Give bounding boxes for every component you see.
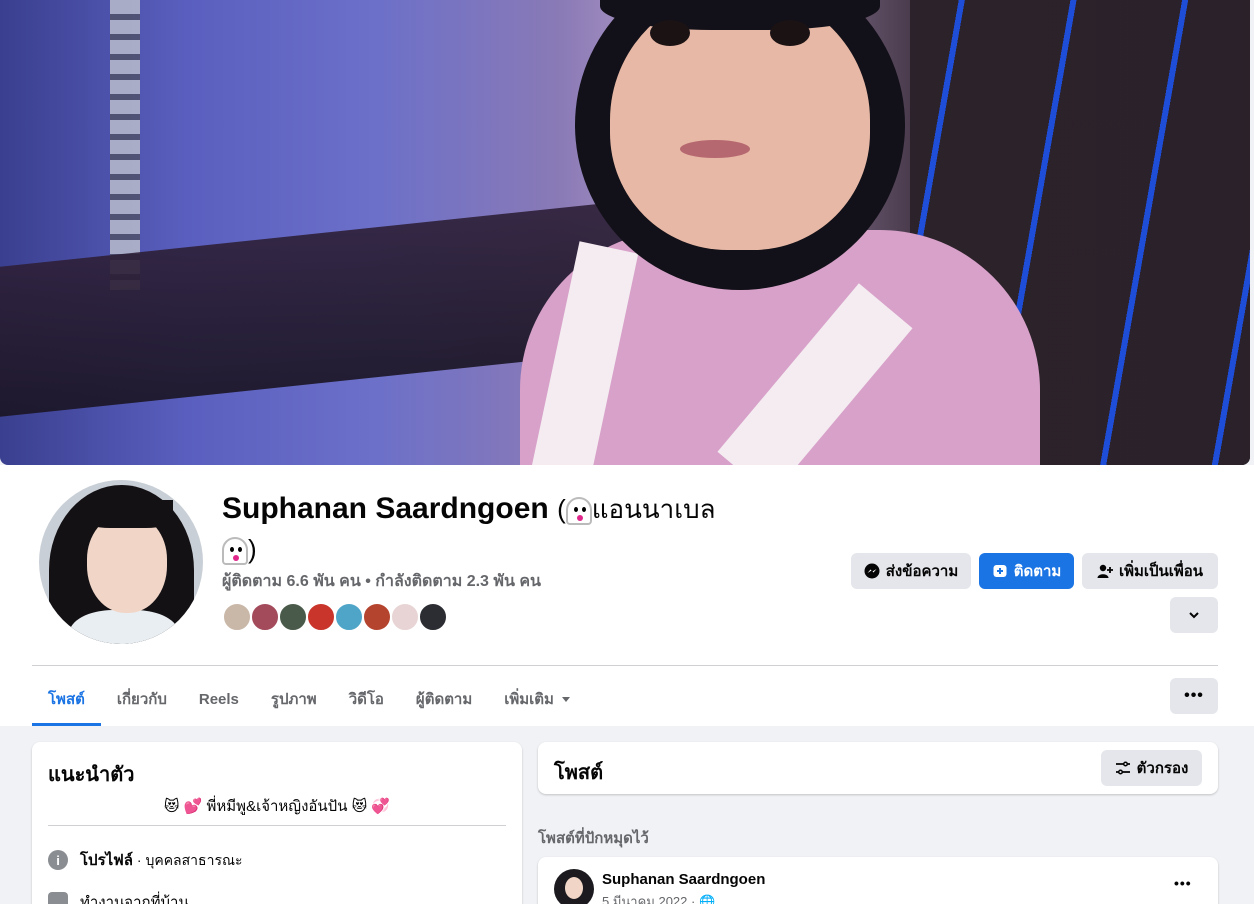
messenger-icon <box>864 563 880 579</box>
avatar-photo <box>39 480 203 644</box>
profile-name-block: Suphanan Saardngoen ( แอนนาเบล ) <box>222 490 782 568</box>
pinned-posts-label: โพสต์ที่ปักหมุดไว้ <box>538 830 649 847</box>
intro-card: แนะนำตัว 😻 💕 พี่หมีพู&เจ้าหญิงอันปัน 😻 💞… <box>32 742 522 904</box>
intro-work-row: ทำงานจากที่บ้าน <box>48 890 189 904</box>
cover-face <box>610 0 870 250</box>
header-divider <box>32 665 1218 666</box>
message-button-label: ส่งข้อความ <box>885 563 959 580</box>
profile-name-text: Suphanan Saardngoen <box>222 492 549 525</box>
friend-avatar[interactable] <box>306 602 336 632</box>
nickname-text: แอนนาเบล <box>591 494 716 524</box>
intro-profile-label: โปรไฟล์ <box>80 852 133 869</box>
tab-photos[interactable]: รูปภาพ <box>255 672 333 726</box>
tab-label: เกี่ยวกับ <box>116 691 167 708</box>
tab-about[interactable]: เกี่ยวกับ <box>101 672 183 726</box>
follower-stats[interactable]: ผู้ติดตาม 6.6 พัน คน • กำลังติดตาม 2.3 พ… <box>222 569 541 594</box>
follow-button-label: ติดตาม <box>1013 563 1062 580</box>
intro-profile-row: i โปรไฟล์ · บุคคลสาธารณะ <box>48 848 242 872</box>
intro-profile-type: · บุคคลสาธารณะ <box>133 852 243 868</box>
post-date[interactable]: 5 มีนาคม 2022 · 🌐 <box>602 891 715 904</box>
profile-name: Suphanan Saardngoen ( แอนนาเบล <box>222 490 782 528</box>
message-button[interactable]: ส่งข้อความ <box>851 553 971 589</box>
tab-videos[interactable]: วิดีโอ <box>333 672 400 726</box>
intro-divider <box>48 825 506 826</box>
filter-button-label: ตัวกรอง <box>1136 760 1189 777</box>
cover-swing-chain <box>110 0 140 290</box>
friend-avatar[interactable] <box>418 602 448 632</box>
profile-tabs: โพสต์ เกี่ยวกับ Reels รูปภาพ วิดีโอ ผู้ต… <box>32 672 586 726</box>
friend-avatar[interactable] <box>278 602 308 632</box>
tab-label: ผู้ติดตาม <box>415 691 473 708</box>
tab-more[interactable]: เพิ่มเติม <box>488 672 586 726</box>
profile-nickname-line2: ) <box>222 530 782 568</box>
follow-button[interactable]: ติดตาม <box>979 553 1074 589</box>
intro-work-text: ทำงานจากที่บ้าน <box>80 894 189 904</box>
tab-label: วิดีโอ <box>348 691 384 708</box>
post-author-name[interactable]: Suphanan Saardngoen <box>602 871 765 888</box>
tab-reels[interactable]: Reels <box>183 672 255 726</box>
chevron-down-icon <box>1189 612 1199 619</box>
info-icon: i <box>48 850 68 870</box>
profile-nickname: ( แอนนาเบล <box>557 494 716 526</box>
add-friend-button-label: เพิ่มเป็นเพื่อน <box>1118 563 1204 580</box>
friend-avatar[interactable] <box>362 602 392 632</box>
profile-avatar[interactable] <box>36 477 206 647</box>
cover-eye <box>650 20 690 46</box>
intro-title: แนะนำตัว <box>48 764 135 786</box>
nickname-open-paren: ( <box>557 494 566 524</box>
post-author-avatar[interactable] <box>554 869 594 904</box>
avatar-fringe <box>83 500 173 528</box>
tab-followers[interactable]: ผู้ติดตาม <box>400 672 488 726</box>
tab-posts[interactable]: โพสต์ <box>32 672 101 726</box>
friend-avatar[interactable] <box>222 602 252 632</box>
add-friend-button[interactable]: เพิ่มเป็นเพื่อน <box>1082 553 1218 589</box>
cover-eye <box>770 20 810 46</box>
tab-label: โพสต์ <box>48 691 85 708</box>
posts-title: โพสต์ <box>554 762 604 784</box>
filter-button[interactable]: ตัวกรอง <box>1101 750 1202 786</box>
intro-bio: 😻 💕 พี่หมีพู&เจ้าหญิงอันปัน 😻 💞 <box>163 798 391 815</box>
mutual-friends-avatars[interactable] <box>222 602 448 632</box>
avatar-face <box>87 515 167 613</box>
tab-label: เพิ่มเติม <box>504 691 554 708</box>
caret-down-icon <box>561 696 570 702</box>
friend-avatar[interactable] <box>250 602 280 632</box>
ghost-emoji-icon <box>222 537 248 566</box>
tab-label: รูปภาพ <box>270 691 317 708</box>
add-friend-icon <box>1097 564 1113 578</box>
more-actions-button[interactable] <box>1170 597 1218 633</box>
filter-icon <box>1115 761 1130 775</box>
ghost-emoji-icon <box>565 497 592 526</box>
pinned-post-card: Suphanan Saardngoen 5 มีนาคม 2022 · 🌐 ••… <box>538 857 1218 904</box>
briefcase-icon <box>48 892 68 904</box>
friend-avatar[interactable] <box>334 602 364 632</box>
avatar-shirt <box>69 610 179 644</box>
friend-avatar[interactable] <box>390 602 420 632</box>
intro-profile-text: โปรไฟล์ · บุคคลสาธารณะ <box>80 848 242 872</box>
tabs-more-button[interactable]: ••• <box>1170 678 1218 714</box>
post-options-icon[interactable]: ••• <box>1174 875 1192 891</box>
cover-photo[interactable] <box>0 0 1250 465</box>
more-dots-icon: ••• <box>1184 687 1204 704</box>
follow-icon <box>993 565 1007 577</box>
posts-header-card: โพสต์ ตัวกรอง <box>538 742 1218 794</box>
nickname-close-paren: ) <box>248 534 257 564</box>
tab-label: Reels <box>198 690 239 708</box>
cover-mouth <box>680 140 750 158</box>
